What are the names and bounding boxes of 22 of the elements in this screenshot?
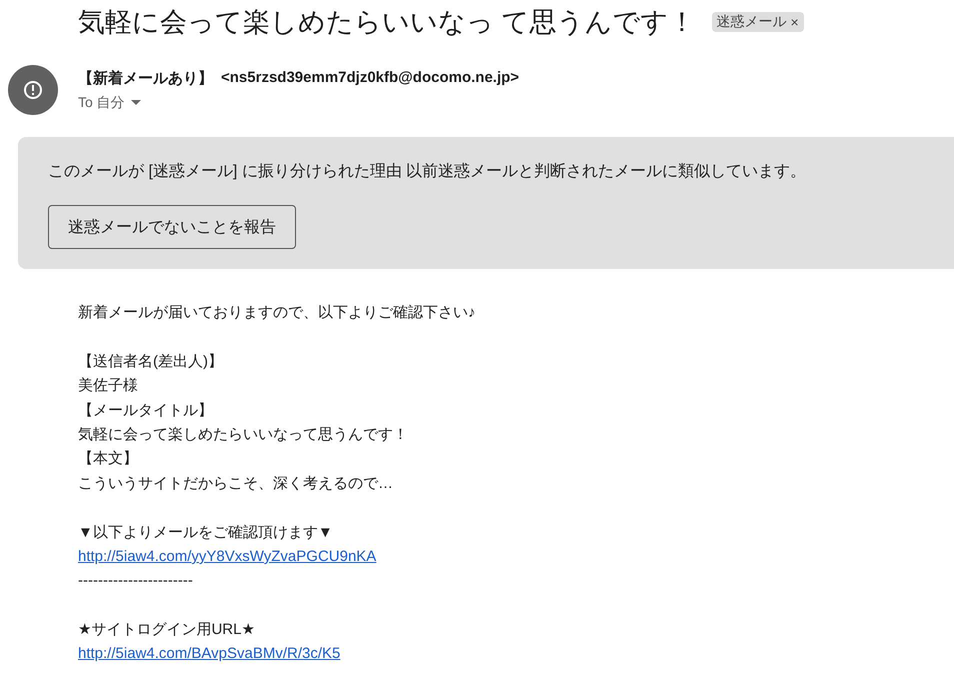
- body-text-line: -----------------------: [78, 571, 194, 592]
- body-text-line: 美佐子様: [78, 376, 139, 396]
- caret-icon: [130, 100, 141, 106]
- body-text-line: こういうサイトだからこそ、深く考えるので…: [78, 474, 394, 494]
- body-text-line: 新着メールが届いておりますので、以下よりご確認下さい♪: [78, 303, 476, 323]
- body-text-line: 【送信者名(差出人)】: [78, 352, 224, 372]
- email-subject: 気軽に会って楽しめたらいいなっ て思うんです！: [78, 6, 696, 39]
- sender-name: 【新着メールあり】: [78, 69, 213, 88]
- sender-address: <ns5rzsd39emm7djz0kfb@docomo.ne.jp>: [221, 69, 520, 88]
- body-text-line: ▼以下よりメールをご確認頂けます▼: [78, 522, 334, 543]
- body-link[interactable]: http://5iaw4.com/yyY8VxsWyZvaPGCU9nKA: [78, 548, 376, 565]
- body-text-line: 【メールタイトル】: [78, 400, 214, 421]
- body-text-line: ★サイトログイン用URL★: [78, 620, 256, 640]
- body-text-line: 気軽に会って楽しめたらいいなって思うんです！: [78, 424, 409, 445]
- remove-label-button[interactable]: ×: [790, 14, 799, 30]
- report-not-spam-button[interactable]: 迷惑メールでないことを報告: [48, 205, 296, 249]
- label-text: 迷惑メール: [716, 13, 787, 31]
- body-text-line: 【本文】: [78, 449, 139, 470]
- warning-avatar-icon: [8, 65, 58, 115]
- recipient-dropdown[interactable]: To 自分: [78, 94, 141, 112]
- body-link[interactable]: http://5iaw4.com/BAvpSvaBMv/R/3c/K5: [78, 645, 340, 662]
- spam-reason-text: このメールが [迷惑メール] に振り分けられた理由 以前迷惑メールと判断されたメールに類似しています。: [48, 162, 808, 182]
